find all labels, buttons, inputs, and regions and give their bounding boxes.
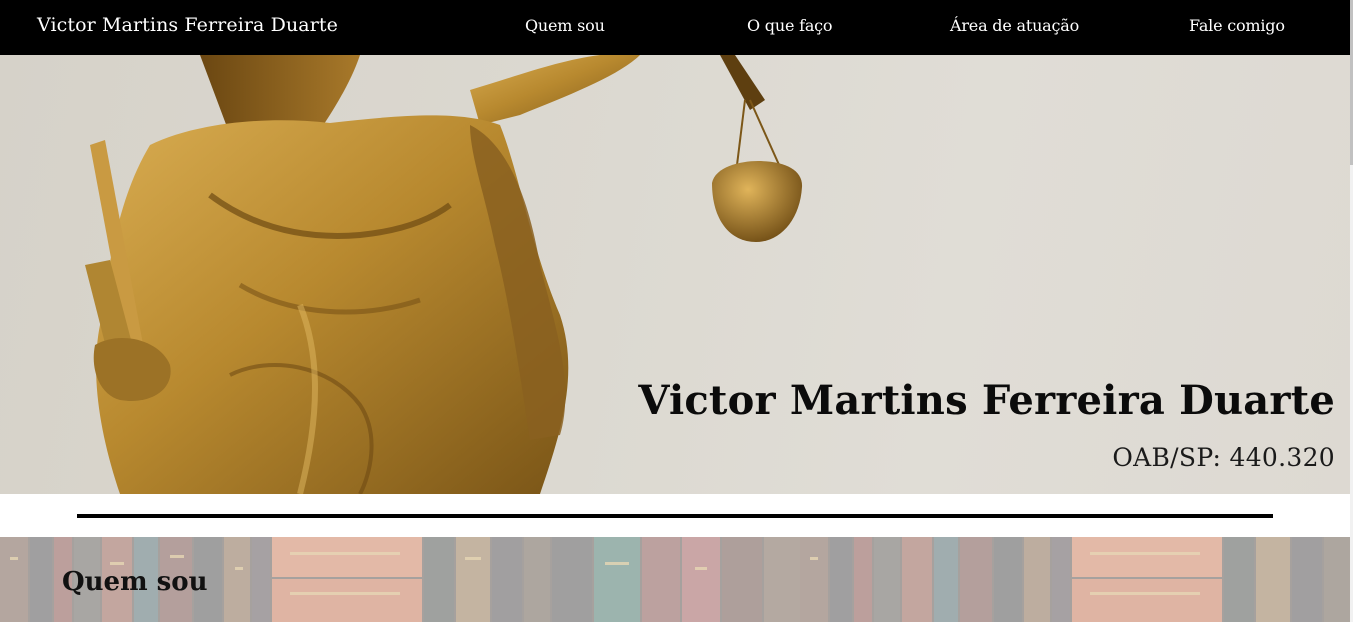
about-section: Quem sou [0, 537, 1350, 622]
justice-statue-image [85, 55, 803, 494]
brand-link[interactable]: Victor Martins Ferreira Duarte [37, 14, 338, 36]
about-section-title: Quem sou [62, 567, 208, 597]
top-navbar: Victor Martins Ferreira Duarte Quem sou … [0, 0, 1350, 55]
title-word-sou: sou [156, 567, 208, 597]
title-word-quem: Quem [62, 567, 148, 597]
section-divider [77, 514, 1273, 518]
nav-link-quem-sou[interactable]: Quem sou [525, 16, 605, 35]
hero-oab-number: OAB/SP: 440.320 [1112, 443, 1335, 472]
nav-link-fale-comigo[interactable]: Fale comigo [1189, 16, 1285, 35]
hero-banner: Victor Martins Ferreira Duarte OAB/SP: 4… [0, 55, 1350, 494]
nav-link-area-de-atuacao[interactable]: Área de atuação [950, 16, 1079, 35]
hero-title: Victor Martins Ferreira Duarte [638, 377, 1335, 424]
nav-link-o-que-faco[interactable]: O que faço [747, 16, 833, 35]
